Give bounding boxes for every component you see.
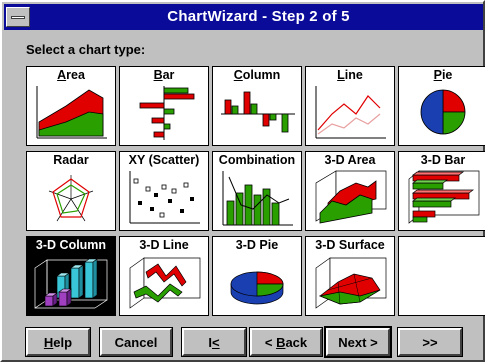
chart-type-bar[interactable]: Bar <box>119 66 209 146</box>
button-bar: Help Cancel I < < Back Next > >> <box>25 326 484 358</box>
help-button[interactable]: Help <box>25 327 91 357</box>
next-button[interactable]: Next > <box>324 326 392 358</box>
system-menu-button[interactable] <box>6 7 30 27</box>
radar-chart-icon <box>48 175 94 222</box>
chart-type-column[interactable]: Column <box>212 66 302 146</box>
title-bar: ChartWizard - Step 2 of 5 <box>4 4 483 30</box>
back-button[interactable]: < Back <box>249 327 323 357</box>
3d-surface-chart-icon <box>315 257 387 309</box>
3d-pie-chart-icon <box>230 271 284 305</box>
chart-type-3d-column[interactable]: 3-D Column <box>26 236 116 316</box>
chart-type-area[interactable]: Area <box>26 66 116 146</box>
prompt-label: Select a chart type: <box>26 42 146 57</box>
chart-type-3d-area[interactable]: 3-D Area <box>305 151 395 231</box>
3d-line-chart-icon <box>129 257 201 309</box>
chart-type-pie[interactable]: Pie <box>398 66 485 146</box>
scatter-chart-icon <box>129 171 200 224</box>
last-step-button[interactable]: >> <box>397 327 463 357</box>
chart-type-gallery: Area Bar Column Line Pie Radar XY (Scatt… <box>26 66 485 318</box>
bar-chart-icon <box>139 86 195 140</box>
first-step-button[interactable]: I < <box>181 327 247 357</box>
3d-area-chart-icon <box>315 170 387 224</box>
chart-type-xy-scatter[interactable]: XY (Scatter) <box>119 151 209 231</box>
cancel-button[interactable]: Cancel <box>99 327 173 357</box>
chart-type-3d-bar[interactable]: 3-D Bar <box>398 151 485 231</box>
system-menu-icon <box>11 16 25 19</box>
3d-column-chart-icon <box>34 258 108 309</box>
line-chart-icon <box>315 86 386 139</box>
chart-type-3d-surface[interactable]: 3-D Surface <box>305 236 395 316</box>
3d-bar-chart-icon <box>408 170 480 224</box>
chart-type-line[interactable]: Line <box>305 66 395 146</box>
chart-type-3d-line[interactable]: 3-D Line <box>119 236 209 316</box>
chart-type-combination[interactable]: Combination <box>212 151 302 231</box>
chart-type-3d-pie[interactable]: 3-D Pie <box>212 236 302 316</box>
window-title: ChartWizard - Step 2 of 5 <box>167 8 350 25</box>
empty-gallery-slot <box>398 236 485 316</box>
chartwizard-dialog: ChartWizard - Step 2 of 5 Select a chart… <box>0 0 485 362</box>
chart-type-radar[interactable]: Radar <box>26 151 116 231</box>
combination-chart-icon <box>222 171 293 226</box>
pie-chart-icon <box>420 89 466 135</box>
area-chart-icon <box>36 86 107 139</box>
column-chart-icon <box>221 91 295 133</box>
